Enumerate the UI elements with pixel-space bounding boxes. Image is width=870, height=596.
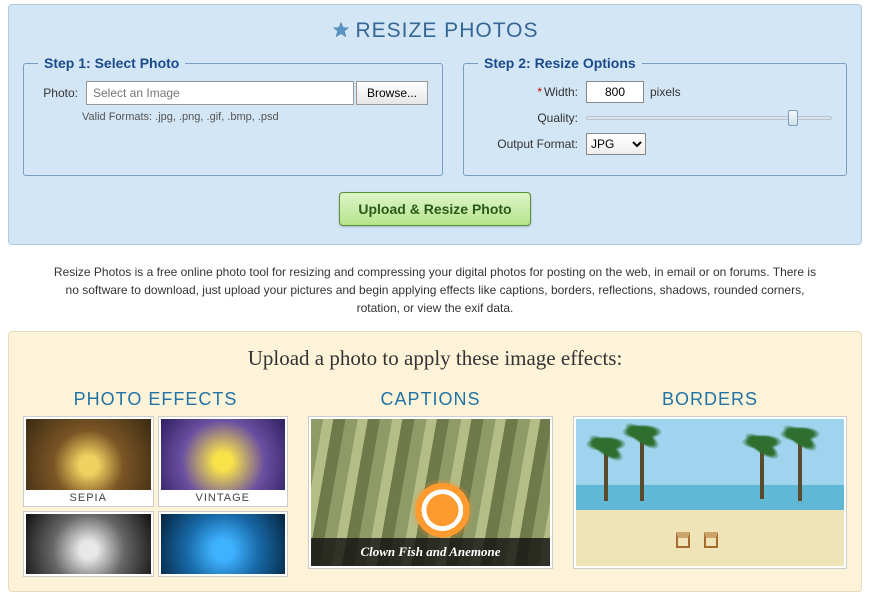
effect-thumb-sepia[interactable]: SEPIA (23, 416, 154, 507)
step1-fieldset: Step 1: Select Photo Photo: Browse... Va… (23, 55, 443, 176)
upload-resize-button[interactable]: Upload & Resize Photo (339, 192, 530, 226)
valid-formats-hint: Valid Formats: .jpg, .png, .gif, .bmp, .… (82, 111, 428, 123)
captions-title: CAPTIONS (308, 389, 553, 410)
quality-label: Quality: (478, 111, 578, 125)
captions-column: CAPTIONS Clown Fish and Anemone (308, 389, 553, 577)
borders-title: BORDERS (573, 389, 847, 410)
width-input[interactable] (586, 81, 644, 103)
caption-example[interactable]: Clown Fish and Anemone (308, 416, 553, 569)
border-example[interactable] (573, 416, 847, 569)
photo-effects-title: PHOTO EFFECTS (23, 389, 288, 410)
effect-thumb-boost[interactable] (158, 511, 289, 577)
star-icon (332, 21, 350, 45)
photo-input[interactable] (86, 81, 354, 105)
site-title-text: RESIZE PHOTOS (356, 19, 539, 42)
photo-effects-column: PHOTO EFFECTS SEPIA VINTAGE (23, 389, 288, 577)
format-select[interactable]: JPG (586, 133, 646, 155)
step2-fieldset: Step 2: Resize Options *Width: pixels Qu… (463, 55, 847, 176)
quality-slider[interactable] (586, 109, 832, 127)
upload-panel: RESIZE PHOTOS Step 1: Select Photo Photo… (8, 4, 862, 245)
browse-button[interactable]: Browse... (356, 81, 428, 105)
step1-legend: Step 1: Select Photo (38, 55, 185, 71)
format-label: Output Format: (478, 137, 578, 151)
caption-text: Clown Fish and Anemone (311, 538, 550, 566)
site-title: RESIZE PHOTOS (23, 19, 847, 45)
photo-label: Photo: (38, 86, 78, 100)
effects-panel: Upload a photo to apply these image effe… (8, 331, 862, 592)
effect-thumb-bw[interactable] (23, 511, 154, 577)
step2-legend: Step 2: Resize Options (478, 55, 642, 71)
pixels-label: pixels (650, 85, 681, 99)
borders-column: BORDERS (573, 389, 847, 577)
site-description: Resize Photos is a free online photo too… (50, 263, 820, 317)
effect-thumb-vintage[interactable]: VINTAGE (158, 416, 289, 507)
effects-heading: Upload a photo to apply these image effe… (23, 346, 847, 371)
width-label: *Width: (478, 85, 578, 99)
